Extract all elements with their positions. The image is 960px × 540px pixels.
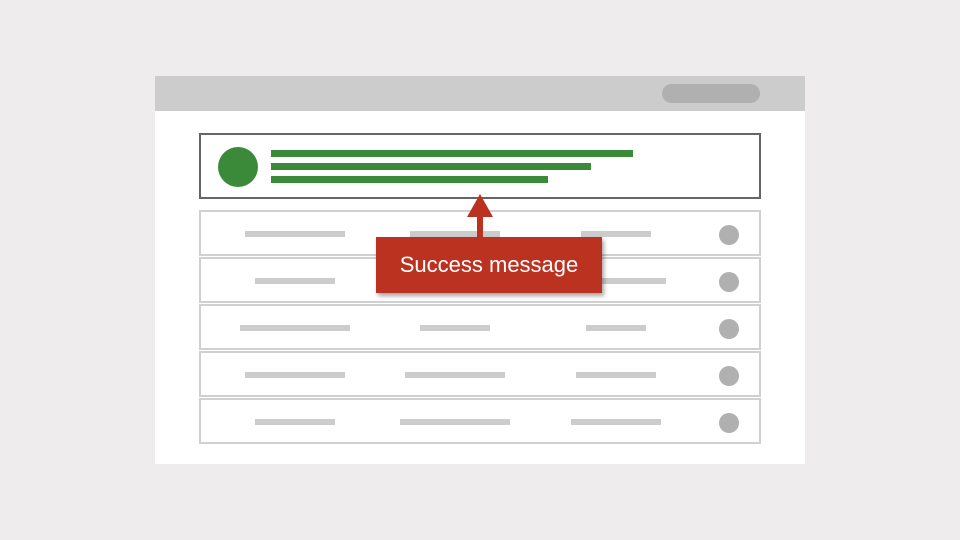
titlebar-button-placeholder[interactable]: [662, 84, 760, 103]
cell-placeholder: [255, 278, 335, 284]
cell-placeholder: [420, 325, 490, 331]
table-row[interactable]: [199, 351, 761, 397]
table-row[interactable]: [199, 398, 761, 444]
row-action-icon[interactable]: [719, 272, 739, 292]
message-text-line: [271, 163, 591, 170]
callout-label: Success message: [399, 252, 579, 277]
row-action-icon[interactable]: [719, 413, 739, 433]
cell-placeholder: [405, 372, 505, 378]
cell-placeholder: [576, 372, 656, 378]
success-status-icon: [218, 147, 258, 187]
cell-placeholder: [586, 325, 646, 331]
callout-arrow-up-icon: [467, 194, 493, 240]
success-message-banner: [199, 133, 761, 199]
window-titlebar: [155, 76, 805, 111]
cell-placeholder: [245, 372, 345, 378]
row-action-icon[interactable]: [719, 225, 739, 245]
cell-placeholder: [245, 231, 345, 237]
cell-placeholder: [255, 419, 335, 425]
message-text-line: [271, 176, 548, 183]
table-row[interactable]: [199, 304, 761, 350]
cell-placeholder: [571, 419, 661, 425]
cell-placeholder: [400, 419, 510, 425]
success-message-callout: Success message: [376, 237, 602, 293]
row-action-icon[interactable]: [719, 319, 739, 339]
message-text-line: [271, 150, 633, 157]
cell-placeholder: [240, 325, 350, 331]
row-action-icon[interactable]: [719, 366, 739, 386]
